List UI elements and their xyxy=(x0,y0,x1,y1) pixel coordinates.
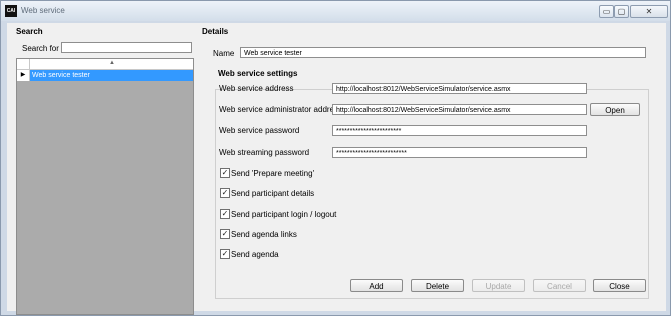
maximize-icon[interactable]: ▢ xyxy=(614,5,629,18)
agenda-checkbox[interactable]: ✓ xyxy=(220,249,230,259)
grid-row-header-corner xyxy=(17,59,30,69)
agenda-links-label: Send agenda links xyxy=(231,230,297,239)
settings-group-title: Web service settings xyxy=(218,69,298,78)
results-grid[interactable]: ▲ ▶ Web service tester xyxy=(16,58,194,315)
streaming-password-label: Web streaming password xyxy=(219,148,310,157)
delete-button[interactable]: Delete xyxy=(411,279,464,292)
web-service-window: CAI Web service ▭ ▢ ✕ Search Search for … xyxy=(0,0,671,316)
grid-header[interactable]: ▲ xyxy=(17,59,193,70)
agenda-links-checkbox[interactable]: ✓ xyxy=(220,229,230,239)
address-field[interactable]: http://localhost:8012/WebServiceSimulato… xyxy=(332,83,587,94)
minimize-icon[interactable]: ▭ xyxy=(599,5,614,18)
search-section-title: Search xyxy=(16,27,43,36)
update-button[interactable]: Update xyxy=(472,279,525,292)
add-button[interactable]: Add xyxy=(350,279,403,292)
search-for-label: Search for xyxy=(22,44,59,53)
participant-details-label: Send participant details xyxy=(231,189,315,198)
address-label: Web service address xyxy=(219,84,294,93)
open-button[interactable]: Open xyxy=(590,103,640,116)
table-cell[interactable]: Web service tester xyxy=(30,70,193,81)
admin-address-label: Web service administrator address xyxy=(219,105,343,114)
window-title: Web service xyxy=(21,6,65,15)
prepare-meeting-label: Send 'Prepare meeting' xyxy=(231,169,315,178)
participant-details-checkbox[interactable]: ✓ xyxy=(220,188,230,198)
client-area: Search Search for ▲ ▶ Web service tester… xyxy=(7,23,666,315)
name-field[interactable]: Web service tester xyxy=(240,47,646,58)
details-section-title: Details xyxy=(202,27,229,36)
close-icon[interactable]: ✕ xyxy=(630,5,668,18)
sort-ascending-icon: ▲ xyxy=(109,60,115,66)
search-input[interactable] xyxy=(61,42,192,53)
cancel-button[interactable]: Cancel xyxy=(533,279,586,292)
app-icon: CAI xyxy=(5,5,17,17)
current-row-marker-icon: ▶ xyxy=(17,70,30,81)
table-row[interactable]: ▶ Web service tester xyxy=(17,70,193,81)
prepare-meeting-checkbox[interactable]: ✓ xyxy=(220,168,230,178)
participant-login-checkbox[interactable]: ✓ xyxy=(220,209,230,219)
participant-login-label: Send participant login / logout xyxy=(231,210,337,219)
streaming-password-field[interactable]: ************************** xyxy=(332,147,587,158)
password-label: Web service password xyxy=(219,126,300,135)
admin-address-field[interactable]: http://localhost:8012/WebServiceSimulato… xyxy=(332,104,587,115)
name-label: Name xyxy=(213,49,235,58)
agenda-label: Send agenda xyxy=(231,250,279,259)
close-button[interactable]: Close xyxy=(593,279,646,292)
password-field[interactable]: ************************ xyxy=(332,125,587,136)
title-bar[interactable]: CAI Web service ▭ ▢ ✕ xyxy=(1,1,670,21)
